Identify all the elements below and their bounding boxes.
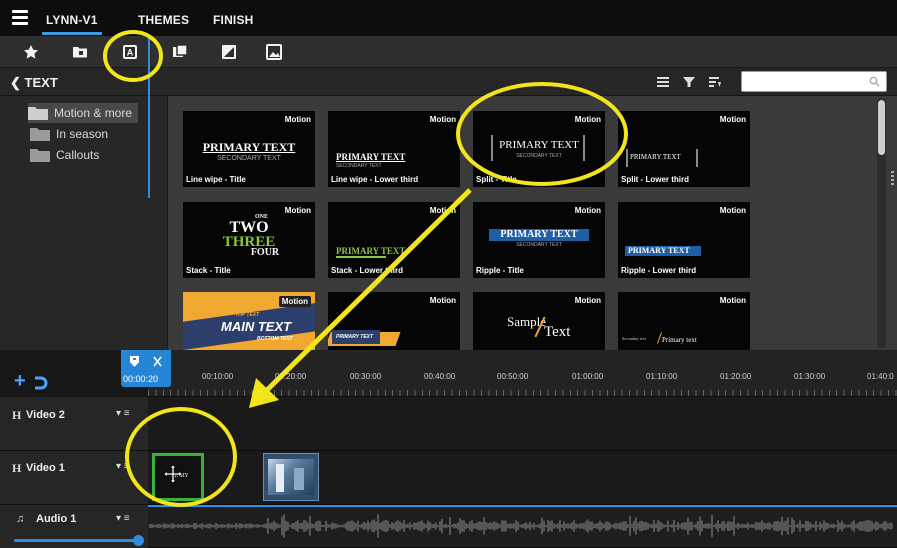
hamburger-menu-icon[interactable] bbox=[12, 10, 28, 25]
tab-themes[interactable]: THEMES bbox=[138, 13, 189, 27]
tick-label: 00:20:00 bbox=[275, 372, 307, 381]
sort-icon[interactable] bbox=[708, 75, 722, 89]
thumbnail-banner-lower-third[interactable]: Motion PRIMARY TEXT bbox=[328, 292, 460, 350]
film-icon: H bbox=[12, 408, 22, 422]
scrollbar-thumb[interactable] bbox=[878, 100, 885, 155]
transitions-icon[interactable] bbox=[172, 44, 188, 60]
music-note-icon: ♫ bbox=[16, 513, 25, 525]
thumbnail-line-wipe-title[interactable]: Motion PRIMARY TEXT SECONDARY TEXT Line … bbox=[183, 111, 315, 187]
split-icon[interactable] bbox=[153, 356, 162, 367]
chevron-left-icon: ❮ bbox=[10, 75, 21, 90]
playhead-line[interactable] bbox=[148, 37, 150, 198]
folder-icon bbox=[30, 148, 50, 162]
folder-motion-and-more[interactable]: Motion & more bbox=[28, 103, 138, 123]
text-icon[interactable]: A bbox=[122, 44, 138, 60]
asset-toolbar: A bbox=[0, 36, 897, 68]
volume-slider[interactable] bbox=[14, 539, 138, 542]
folder-callouts[interactable]: Callouts bbox=[30, 145, 166, 165]
tick-label: 00:40:00 bbox=[424, 372, 456, 381]
thumbnail-stack-title[interactable]: Motion ONE TWO THREE FOUR Stack - Title bbox=[183, 202, 315, 278]
resize-grip[interactable] bbox=[891, 171, 894, 185]
tick-label: 01:00:00 bbox=[572, 372, 604, 381]
volume-slider-handle[interactable] bbox=[133, 535, 144, 546]
list-view-icon[interactable] bbox=[656, 75, 670, 89]
thumbnail-line-wipe-lower-third[interactable]: Motion PRIMARY TEXT SECONDARY TEXT Line … bbox=[328, 111, 460, 187]
track-menu-button[interactable]: ▾ ≡ bbox=[116, 408, 130, 419]
thumbnail-stack-lower-third[interactable]: Motion PRIMARY TEXT Stack - Lower third bbox=[328, 202, 460, 278]
track-menu-button[interactable]: ▾ ≡ bbox=[116, 513, 130, 524]
filter-icon[interactable] bbox=[682, 75, 696, 89]
tab-project[interactable]: LYNN-V1 bbox=[42, 13, 102, 35]
track-lane-video-2[interactable] bbox=[148, 397, 897, 451]
tick-label: 01:10:00 bbox=[646, 372, 678, 381]
tick-label: 01:20:00 bbox=[720, 372, 752, 381]
thumbnail-main-text[interactable]: Motion TOP TEXT MAIN TEXT BOTTOM TEXT bbox=[183, 292, 315, 350]
add-track-icon[interactable]: + bbox=[14, 370, 26, 393]
thumbnail-sample-text[interactable]: Motion Sample Text bbox=[473, 292, 605, 350]
breadcrumb[interactable]: ❮ TEXT bbox=[10, 75, 58, 91]
playhead-time: 00:00:20 bbox=[123, 374, 159, 384]
move-cursor-icon bbox=[163, 464, 183, 484]
film-icon: H bbox=[12, 461, 22, 475]
thumbnail-split-lower-third[interactable]: Motion PRIMARY TEXT Split - Lower third bbox=[618, 111, 750, 187]
track-header-audio-1: ♫ Audio 1 ▾ ≡ bbox=[0, 505, 148, 548]
tick-label: 01:30:00 bbox=[794, 372, 826, 381]
folder-in-season[interactable]: In season bbox=[30, 124, 166, 144]
breadcrumb-label: TEXT bbox=[24, 75, 58, 90]
tab-finish[interactable]: FINISH bbox=[213, 13, 254, 27]
tick-label: 00:50:00 bbox=[497, 372, 529, 381]
tick-label: 00:30:00 bbox=[350, 372, 382, 381]
audio-waveform bbox=[149, 514, 893, 538]
folder-icon bbox=[30, 127, 50, 141]
folder-icon[interactable] bbox=[72, 44, 88, 60]
title-clip[interactable]: MARY bbox=[152, 453, 204, 501]
svg-text:A: A bbox=[127, 48, 134, 58]
track-header-video-2: H Video 2 ▾ ≡ bbox=[0, 397, 148, 451]
search-icon[interactable] bbox=[869, 76, 880, 87]
breadcrumb-bar: ❮ TEXT bbox=[0, 68, 897, 96]
thumbnail-ripple-lower-third[interactable]: Motion PRIMARY TEXT Ripple - Lower third bbox=[618, 202, 750, 278]
video-clip[interactable] bbox=[263, 453, 319, 501]
track-menu-button[interactable]: ▾ ≡ bbox=[116, 461, 130, 472]
search-input[interactable] bbox=[741, 71, 887, 92]
folder-icon bbox=[28, 106, 48, 120]
thumbnail-primary-secondary[interactable]: Motion Secondary text Primary text bbox=[618, 292, 750, 350]
image-icon[interactable] bbox=[266, 44, 282, 60]
tick-label: 00:10:00 bbox=[202, 372, 234, 381]
track-header-video-1: H Video 1 ▾ ≡ bbox=[0, 451, 148, 505]
track-lane-video-1[interactable] bbox=[148, 451, 897, 505]
marker-icon[interactable] bbox=[130, 356, 139, 367]
magnet-icon[interactable] bbox=[33, 376, 49, 390]
thumbnail-ripple-title[interactable]: Motion PRIMARY TEXT SECONDARY TEXT Rippl… bbox=[473, 202, 605, 278]
gallery-scrollbar[interactable] bbox=[877, 98, 886, 348]
top-menu-bar: LYNN-V1 THEMES FINISH bbox=[0, 0, 897, 36]
track-lane-audio-1[interactable] bbox=[148, 505, 897, 548]
star-icon[interactable] bbox=[23, 44, 39, 60]
thumbnail-split-title[interactable]: Motion PRIMARY TEXT SECONDARY TEXT Split… bbox=[473, 111, 605, 187]
tick-label: 01:40:0 bbox=[867, 372, 894, 381]
graphics-icon[interactable] bbox=[221, 44, 237, 60]
